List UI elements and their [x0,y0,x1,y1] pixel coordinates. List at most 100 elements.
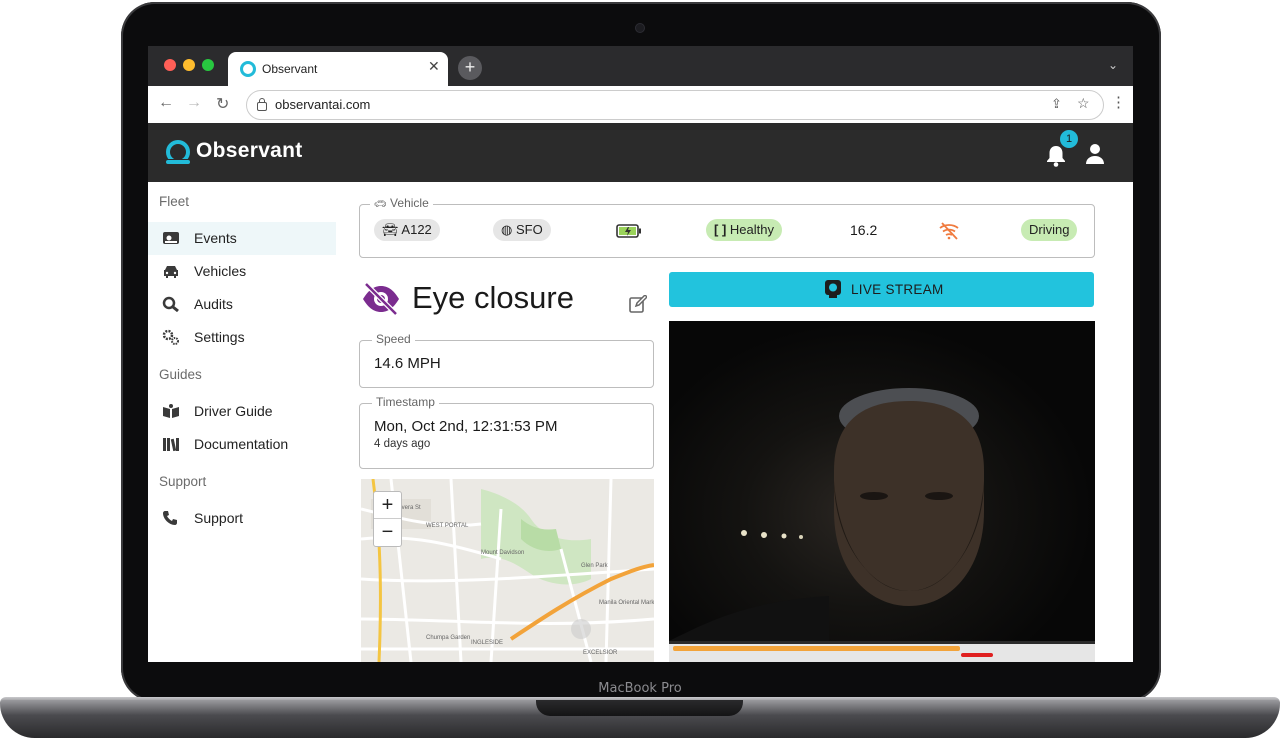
observant-favicon [240,61,256,77]
browser-tab[interactable]: Observant ✕ [228,52,448,86]
vehicle-legend: 🚗︎ Vehicle [370,196,433,210]
maximize-window-button[interactable] [202,59,214,71]
sidebar-item-audits[interactable]: Audits [148,288,336,321]
speed-field: Speed 14.6 MPH [359,332,654,388]
vehicle-status-box: 🚗︎ Vehicle 🚘︎ A122 ◍ SFO [ ] Healthy 16.… [359,196,1095,258]
sidebar-item-support[interactable]: Support [148,502,336,535]
browser-toolbar: ← → ↻ observantai.com ⇪ ☆ ⋮ [148,86,1133,124]
webcam [636,24,644,32]
book-open-icon [163,404,179,418]
speed-value: 14.6 MPH [374,355,441,372]
audit-search-icon [162,296,179,312]
close-window-button[interactable] [164,59,176,71]
share-icon[interactable]: ⇪ [1051,96,1062,112]
minimize-window-button[interactable] [183,59,195,71]
sidebar-item-label: Audits [194,296,233,312]
eye-closure-icon [363,282,399,316]
sidebar-item-label: Vehicles [194,263,247,279]
sidebar-section-guides: Guides [159,367,202,382]
svg-text:Chumpa Garden: Chumpa Garden [426,635,470,641]
screen: Observant ✕ + ⌄ ← → ↻ observantai.com ⇪ … [148,46,1133,662]
event-video-player[interactable] [669,321,1095,661]
svg-text:Glen Park: Glen Park [581,563,609,569]
svg-text:EXCELSIOR: EXCELSIOR [583,650,618,656]
battery-charging-icon [616,224,641,238]
sidebar-item-label: Support [194,510,244,526]
svg-text:WEST PORTAL: WEST PORTAL [426,523,469,529]
svg-text:INGLESIDE: INGLESIDE [471,640,503,646]
reload-icon[interactable]: ↻ [216,94,229,114]
vehicle-id: A122 [401,222,432,237]
speed-label: Speed [372,332,415,346]
browser-tab-bar: Observant ✕ + ⌄ [148,46,1133,86]
sidebar-item-settings[interactable]: Settings [148,321,336,354]
sidebar-item-driver-guide[interactable]: Driver Guide [148,395,336,428]
sidebar-item-events[interactable]: Events [148,222,336,255]
car-icon: 🚗︎ [374,199,387,210]
camera-health-chip[interactable]: [ ] Healthy [706,219,782,241]
device-label: MacBook Pro [598,681,682,696]
sidebar-item-vehicles[interactable]: Vehicles [148,255,336,288]
books-icon [163,438,179,452]
camera-health-status: Healthy [729,222,774,237]
phone-icon [163,511,177,525]
browser-menu-icon[interactable]: ⋮ [1111,93,1126,111]
event-location-map[interactable]: Rivera St WEST PORTAL Mount Davidson Gle… [361,479,654,662]
bookmark-star-icon[interactable]: ☆ [1077,95,1090,112]
tab-list-chevron-icon[interactable]: ⌄ [1108,58,1118,72]
driver-video-frame [669,388,984,641]
wifi-off-icon [939,222,959,240]
event-detail-panel: 🚗︎ Vehicle 🚘︎ A122 ◍ SFO [ ] Healthy 16.… [337,182,1133,662]
user-account-icon[interactable] [1084,143,1106,165]
sidebar-item-label: Events [194,230,237,246]
timestamp-label: Timestamp [372,395,439,409]
sidebar-section-support: Support [159,474,207,489]
events-icon [163,232,179,244]
sidebar-item-label: Documentation [194,436,289,452]
notification-count-badge: 1 [1060,130,1078,148]
svg-text:Manila Oriental Market: Manila Oriental Market [599,600,654,606]
focus-frame-icon: [ ] [714,222,727,237]
close-tab-icon[interactable]: ✕ [428,58,440,75]
brand-name[interactable]: Observant [196,139,303,163]
sidebar-section-fleet: Fleet [159,194,190,209]
tab-title: Observant [262,62,318,76]
location-chip[interactable]: ◍ SFO [493,219,551,241]
zoom-in-button[interactable]: + [374,492,401,519]
live-stream-button[interactable]: LIVE STREAM [669,272,1094,307]
edit-pencil-icon[interactable] [629,295,647,313]
timestamp-field: Timestamp Mon, Oct 2nd, 12:31:53 PM 4 da… [359,395,654,469]
lock-icon [257,98,267,111]
vehicle-state-chip[interactable]: Driving [1021,219,1078,241]
video-timeline-track[interactable] [669,644,1095,662]
live-stream-label: LIVE STREAM [851,282,944,297]
url-text: observantai.com [275,97,371,112]
globe-icon: ◍ [501,222,513,237]
event-title: Eye closure [412,280,574,315]
forward-arrow-icon[interactable]: → [186,94,202,112]
address-bar[interactable]: observantai.com ⇪ ☆ [246,90,1104,120]
sidebar: Fleet Events Vehicles Audits Settings Gu… [148,182,338,662]
sidebar-item-label: Settings [194,329,245,345]
new-tab-button[interactable]: + [458,56,482,80]
timestamp-relative: 4 days ago [374,438,431,450]
sidebar-item-label: Driver Guide [194,403,273,419]
timestamp-value: Mon, Oct 2nd, 12:31:53 PM [374,418,558,435]
laptop-notch [536,700,743,716]
gears-icon [162,329,179,345]
dashcam-icon [825,280,841,298]
timeline-event-marker[interactable] [961,653,993,657]
svg-text:Mount Davidson: Mount Davidson [481,550,524,556]
car-icon: 🚘︎ [382,222,399,237]
observant-logo-base [166,160,190,164]
map-zoom-controls: + − [373,491,402,547]
back-arrow-icon[interactable]: ← [158,94,174,112]
zoom-out-button[interactable]: − [374,519,401,545]
vehicle-location: SFO [515,222,543,237]
vehicle-id-chip[interactable]: 🚘︎ A122 [374,219,440,241]
timeline-progress-bar [673,646,960,651]
map-tiles: Rivera St WEST PORTAL Mount Davidson Gle… [361,479,654,662]
notifications-bell-icon[interactable] [1046,145,1066,167]
sidebar-item-documentation[interactable]: Documentation [148,428,336,461]
vehicle-metric: 16.2 [850,222,878,238]
